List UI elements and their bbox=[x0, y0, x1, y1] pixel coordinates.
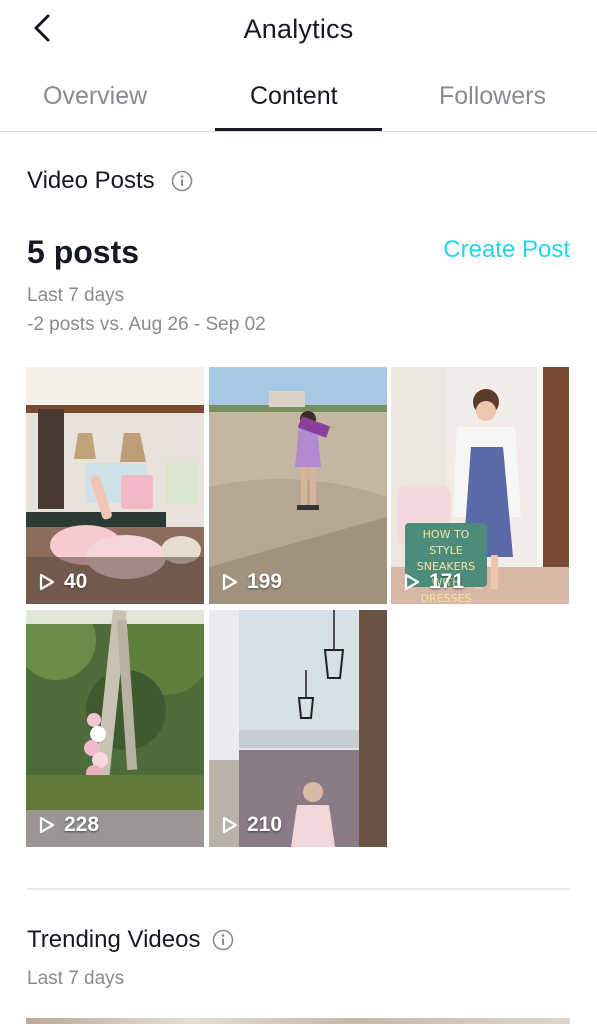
trending-videos-header: Trending Videos bbox=[27, 926, 234, 954]
view-count-value: 199 bbox=[247, 570, 283, 593]
view-count: 171 bbox=[403, 570, 464, 594]
section-divider bbox=[27, 888, 570, 890]
trending-video-thumbnails[interactable] bbox=[26, 1018, 570, 1024]
trending-videos-title: Trending Videos bbox=[27, 926, 201, 953]
view-count-value: 228 bbox=[64, 813, 100, 836]
active-tab-indicator bbox=[215, 128, 382, 131]
view-count: 199 bbox=[221, 570, 282, 594]
tab-content[interactable]: Content bbox=[250, 82, 338, 111]
view-count-value: 171 bbox=[429, 570, 465, 593]
comparison-label: -2 posts vs. Aug 26 - Sep 02 bbox=[27, 314, 266, 335]
page-title: Analytics bbox=[243, 14, 354, 44]
tab-overview[interactable]: Overview bbox=[43, 82, 147, 111]
view-count: 40 bbox=[38, 570, 87, 594]
posts-count: 5 posts bbox=[27, 234, 140, 270]
tab-followers[interactable]: Followers bbox=[439, 82, 546, 111]
video-thumbnail[interactable]: 228 bbox=[26, 610, 204, 847]
play-icon bbox=[38, 573, 56, 591]
view-count: 228 bbox=[38, 813, 99, 837]
video-posts-header: Video Posts bbox=[27, 167, 193, 195]
play-icon bbox=[38, 816, 56, 834]
video-thumbnail[interactable]: 210 bbox=[209, 610, 387, 847]
info-icon[interactable] bbox=[171, 170, 193, 192]
video-thumbnail[interactable]: 40 bbox=[26, 367, 204, 604]
play-icon bbox=[403, 573, 421, 591]
view-count: 210 bbox=[221, 813, 282, 837]
play-icon bbox=[221, 573, 239, 591]
info-icon[interactable] bbox=[212, 929, 234, 951]
play-icon bbox=[221, 816, 239, 834]
video-thumbnail[interactable]: HOW TO STYLE SNEAKERS WITH DRESSES 171 bbox=[391, 367, 569, 604]
tab-bar: Overview Content Followers bbox=[0, 66, 597, 132]
video-posts-title: Video Posts bbox=[27, 167, 155, 194]
trending-period-label: Last 7 days bbox=[27, 968, 125, 989]
view-count-value: 40 bbox=[64, 570, 88, 593]
period-label: Last 7 days bbox=[27, 285, 125, 306]
view-count-value: 210 bbox=[247, 813, 283, 836]
video-thumbnail[interactable]: 199 bbox=[209, 367, 387, 604]
header: Analytics bbox=[0, 0, 597, 62]
create-post-button[interactable]: Create Post bbox=[443, 236, 570, 264]
